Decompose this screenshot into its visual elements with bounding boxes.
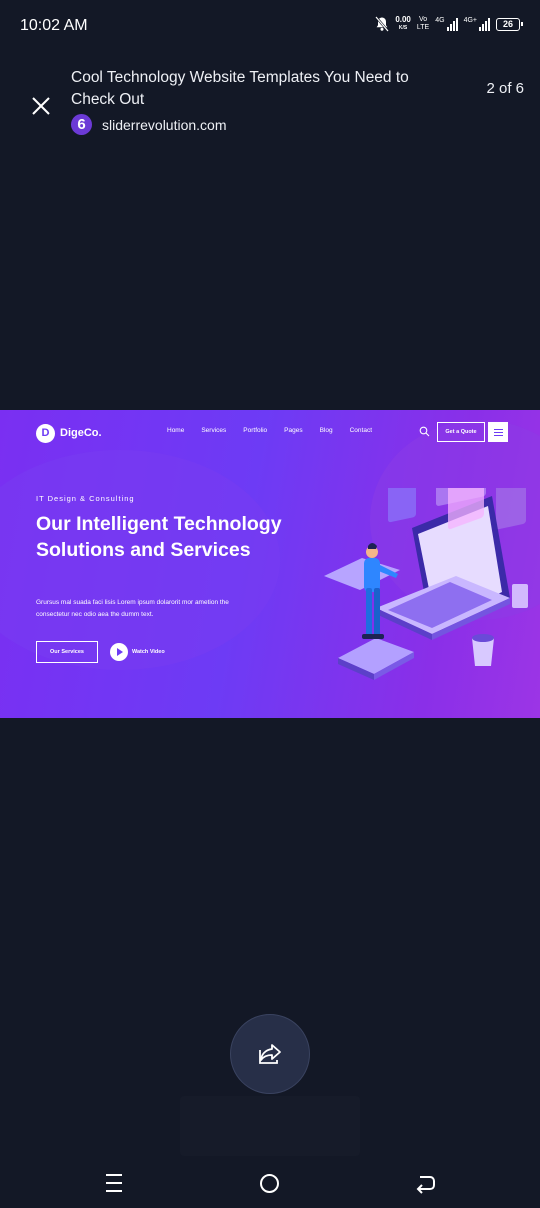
slide-services-button: Our Services xyxy=(36,641,98,663)
volte-top: Vo xyxy=(418,16,428,23)
source-logo: 6 xyxy=(71,114,92,135)
recent-apps-icon[interactable] xyxy=(106,1174,122,1192)
slide-menu-item: Home xyxy=(167,427,185,434)
signal-1-label: 4G xyxy=(435,17,445,24)
share-icon xyxy=(259,1044,281,1064)
clock: 10:02 AM xyxy=(20,17,88,34)
slide-menu-item: Blog xyxy=(319,427,333,434)
notifications-muted-icon xyxy=(375,16,390,32)
signal-icon: 4G+ xyxy=(464,17,490,31)
network-speed: 0.00 K/S xyxy=(395,16,411,32)
status-bar: 10:02 AM 0.00 K/S Vo LTE 4G 4G+ 26 xyxy=(0,0,540,52)
close-icon[interactable] xyxy=(27,92,55,120)
status-icons: 0.00 K/S Vo LTE 4G 4G+ 26 xyxy=(375,16,523,32)
hamburger-icon xyxy=(488,422,508,442)
slide-body: Grursus mal suada faci lisis Lorem ipsum… xyxy=(36,599,229,618)
slide-eyebrow: IT Design & Consulting xyxy=(36,494,135,503)
slide-logo-text: DigeCo. xyxy=(60,427,102,439)
search-icon xyxy=(419,426,430,437)
slide-menu-item: Services xyxy=(201,427,227,434)
source-name[interactable]: sliderrevolution.com xyxy=(102,117,227,133)
slide-logo: D DigeCo. xyxy=(36,423,102,443)
battery-level: 26 xyxy=(502,18,513,29)
signal-icon: 4G xyxy=(435,17,458,31)
slide-navbar: D DigeCo. Home Services Portfolio Pages … xyxy=(36,422,508,444)
slide-video-label: Watch Video xyxy=(132,649,165,655)
share-button[interactable] xyxy=(230,1014,310,1094)
slide-menu-item: Portfolio xyxy=(243,427,268,434)
image-title[interactable]: Cool Technology Website Templates You Ne… xyxy=(71,67,441,111)
slide-logo-mark: D xyxy=(36,423,55,443)
slide-menu-item: Contact xyxy=(349,427,372,434)
home-icon[interactable] xyxy=(260,1174,279,1193)
slide-menu-item: Pages xyxy=(284,427,303,434)
volte-indicator: Vo LTE xyxy=(417,16,429,32)
slide-menu: Home Services Portfolio Pages Blog Conta… xyxy=(167,427,372,434)
slide-image[interactable]: D DigeCo. Home Services Portfolio Pages … xyxy=(0,410,540,718)
navigation-bar xyxy=(0,1158,540,1208)
signal-2-label: 4G+ xyxy=(463,17,477,24)
fab-shadow xyxy=(180,1096,360,1156)
network-speed-unit: K/S xyxy=(398,25,408,31)
image-source[interactable]: 6 sliderrevolution.com xyxy=(71,114,227,135)
back-icon[interactable] xyxy=(414,1172,436,1194)
image-counter: 2 of 6 xyxy=(486,80,524,97)
slide-heading: Our Intelligent Technology Solutions and… xyxy=(36,513,282,561)
laptop-illustration xyxy=(324,488,528,680)
volte-bottom: LTE xyxy=(416,24,430,31)
play-icon xyxy=(110,643,128,661)
network-speed-value: 0.00 xyxy=(395,15,411,24)
slide-quote-button: Get a Quote xyxy=(437,422,485,442)
battery-icon: 26 xyxy=(496,17,523,31)
